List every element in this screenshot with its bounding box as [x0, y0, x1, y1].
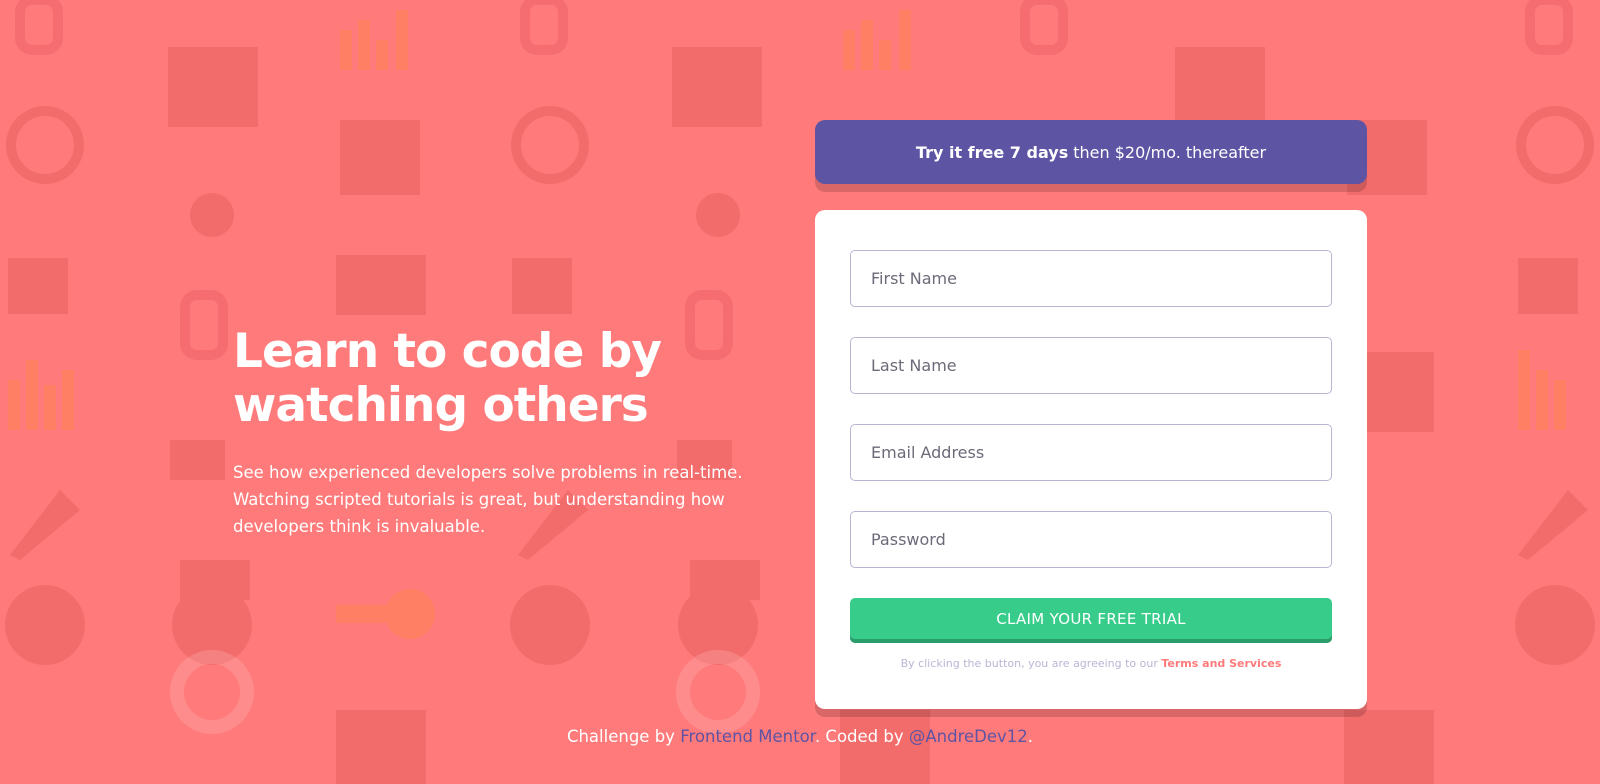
promo-rest-text: then $20/mo. thereafter: [1073, 142, 1267, 162]
first-name-input[interactable]: [850, 250, 1332, 307]
frontend-mentor-link[interactable]: Frontend Mentor: [680, 727, 815, 746]
hero-section: Learn to code by watching others See how…: [233, 325, 753, 540]
hero-title-line2: watching others: [233, 378, 649, 433]
password-input[interactable]: [850, 511, 1332, 568]
last-name-input[interactable]: [850, 337, 1332, 394]
hero-title-line1: Learn to code by: [233, 324, 662, 379]
author-link[interactable]: @AndreDev12: [909, 727, 1028, 746]
terms-notice: By clicking the button, you are agreeing…: [850, 657, 1332, 670]
email-input[interactable]: [850, 424, 1332, 481]
promo-banner: Try it free 7 days then $20/mo. thereaft…: [815, 120, 1367, 184]
hero-title: Learn to code by watching others: [233, 325, 753, 433]
hero-description: See how experienced developers solve pro…: [233, 463, 743, 536]
footer-suffix: .: [1027, 727, 1034, 746]
promo-bold-text: Try it free 7 days: [915, 142, 1069, 162]
footer-middle: . Coded by: [814, 727, 904, 746]
terms-link[interactable]: Terms and Services: [1161, 657, 1281, 670]
terms-prefix: By clicking the button, you are agreeing…: [900, 657, 1158, 670]
attribution-footer: Challenge by Frontend Mentor. Coded by @…: [0, 727, 1600, 746]
signup-form: CLAIM YOUR FREE TRIAL By clicking the bu…: [815, 210, 1367, 709]
claim-trial-button[interactable]: CLAIM YOUR FREE TRIAL: [850, 598, 1332, 639]
footer-prefix: Challenge by: [566, 727, 675, 746]
